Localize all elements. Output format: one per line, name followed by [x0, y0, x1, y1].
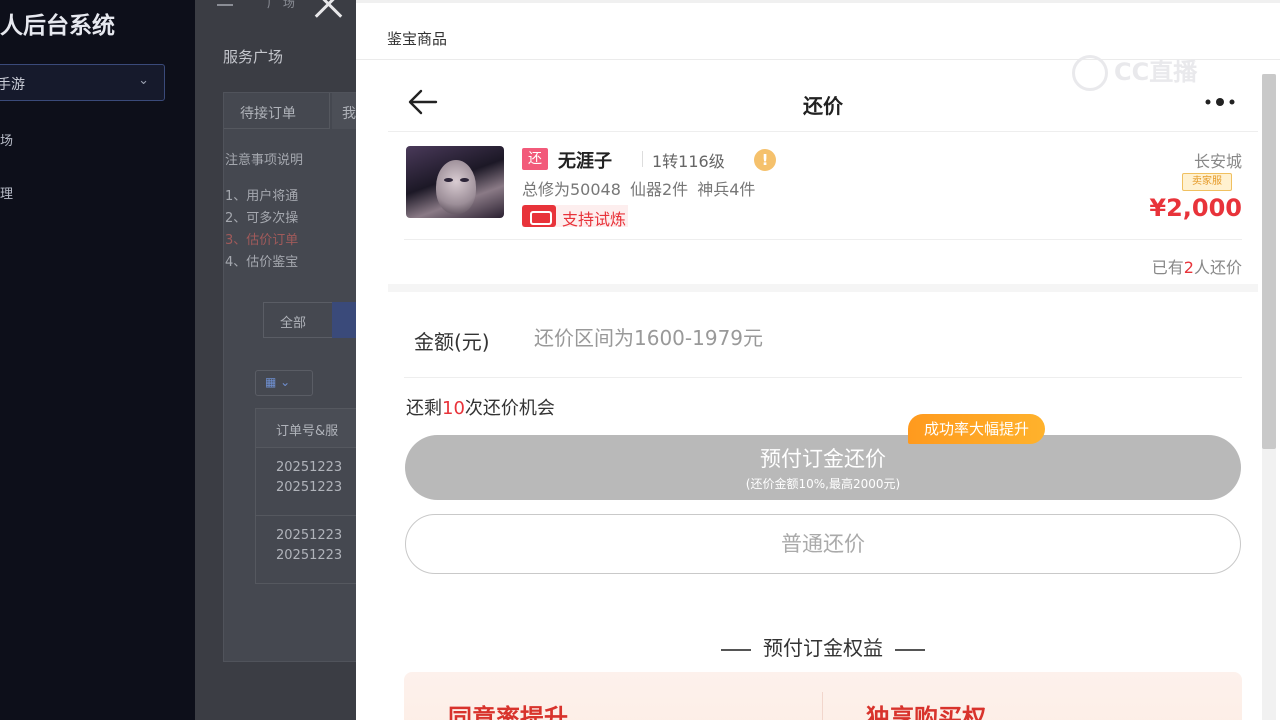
note-item: 3、估价订单	[225, 233, 299, 248]
warning-icon[interactable]: !	[754, 149, 776, 171]
character-level: 1转116级	[652, 152, 725, 171]
benefits-panel: 同意率提升 独享购买权	[404, 672, 1242, 720]
bid-count: 已有2人还价	[1151, 258, 1242, 277]
order-id: 20251223	[276, 528, 343, 543]
menu-toggle-icon[interactable]	[217, 0, 233, 6]
note-item: 2、可多次操	[225, 211, 299, 226]
product-price: ¥2,000	[1149, 194, 1242, 222]
normal-bargain-button[interactable]: 普通还价	[405, 514, 1241, 574]
sidebar-item-manage[interactable]: 理	[0, 183, 13, 202]
more-options-icon[interactable]	[1202, 92, 1242, 112]
benefit-approval-rate: 同意率提升	[448, 704, 568, 720]
benefit-exclusive-purchase: 独享购买权	[866, 704, 986, 720]
page-title: 服务广场	[223, 48, 284, 66]
admin-main: 广 场 服务广场 待接订单 我 注意事项说明 1、用户将通 2、可多次操 3、估…	[195, 0, 357, 720]
sidebar-item-square[interactable]: 场	[0, 130, 13, 149]
filter-all-button[interactable]: 全部	[263, 302, 333, 338]
amount-label: 金额(元)	[414, 330, 490, 354]
character-stats: 总修为50048 仙器2件 神兵4件	[522, 180, 756, 199]
deposit-bargain-button[interactable]: 预付订金还价 (还价金额10%,最高2000元)	[405, 435, 1241, 500]
seller-badge: 卖家服	[1182, 173, 1232, 191]
admin-sidebar: 人后台系统 手游 ⌄ 场 理	[0, 0, 195, 720]
remaining-chances: 还剩10次还价机会	[406, 398, 555, 419]
watermark: CC直播	[1072, 52, 1197, 91]
order-id: 20251223	[276, 480, 343, 495]
trial-support-badge: 支持试炼	[522, 205, 629, 229]
deposit-bargain-label: 预付订金还价	[760, 447, 886, 471]
bid-count-row: 已有2人还价	[388, 240, 1258, 292]
drawer-title-bar: 鉴宝商品	[356, 0, 1280, 60]
note-item: 1、用户将通	[225, 189, 299, 204]
game-select-value: 手游	[0, 77, 25, 93]
scrollbar-thumb[interactable]	[1262, 74, 1276, 449]
filter-active-button[interactable]	[332, 302, 357, 338]
admin-brand: 人后台系统	[0, 13, 115, 39]
notes-section: 注意事项说明 1、用户将通 2、可多次操 3、估价订单 4、估价鉴宝	[225, 150, 303, 274]
close-drawer-icon[interactable]	[312, 0, 344, 20]
bargain-amount-input[interactable]	[534, 320, 1134, 356]
product-summary[interactable]: 还 无涯子 1转116级 ! 总修为50048 仙器2件 神兵4件 支持试炼 长…	[404, 132, 1242, 240]
tab-my-orders[interactable]: 我	[332, 93, 357, 129]
notes-title: 注意事项说明	[225, 153, 304, 168]
trial-support-label: 支持试炼	[562, 210, 627, 229]
amount-row: 金额(元)	[404, 300, 1242, 378]
divider	[822, 692, 823, 720]
benefits-title: 预付订金权益	[388, 632, 1258, 661]
table-row[interactable]: 20251223 20251223	[255, 516, 357, 584]
table-header: 订单号&服	[255, 408, 357, 448]
table-row[interactable]: 20251223 20251223	[255, 448, 357, 516]
breadcrumb: 广 场	[267, 0, 295, 10]
bargain-tag: 还	[522, 148, 548, 170]
column-settings-button[interactable]: ▦ ⌄	[255, 370, 313, 396]
server-name: 长安城	[1193, 152, 1242, 171]
product-drawer: 鉴宝商品 还价 还 无涯子 1转116级 ! 总修为50048 仙器2件 神兵4…	[356, 0, 1280, 720]
mobile-page-title: 还价	[803, 94, 843, 118]
chevron-down-icon: ⌄	[138, 73, 149, 88]
drawer-title: 鉴宝商品	[387, 30, 448, 48]
divider	[642, 151, 643, 167]
note-item: 4、估价鉴宝	[225, 255, 299, 270]
tab-pending-orders[interactable]: 待接订单	[224, 93, 330, 129]
success-rate-badge: 成功率大幅提升	[908, 414, 1046, 444]
order-id: 20251223	[276, 460, 343, 475]
character-avatar	[406, 146, 504, 218]
order-id: 20251223	[276, 548, 343, 563]
deposit-bargain-note: (还价金额10%,最高2000元)	[745, 477, 901, 491]
game-select[interactable]: 手游 ⌄	[0, 64, 165, 101]
character-name: 无涯子	[558, 151, 612, 172]
mobile-bargain-page: 还价 还 无涯子 1转116级 ! 总修为50048 仙器2件 神兵4件 支持试…	[388, 74, 1258, 720]
gamepad-icon	[522, 205, 556, 227]
